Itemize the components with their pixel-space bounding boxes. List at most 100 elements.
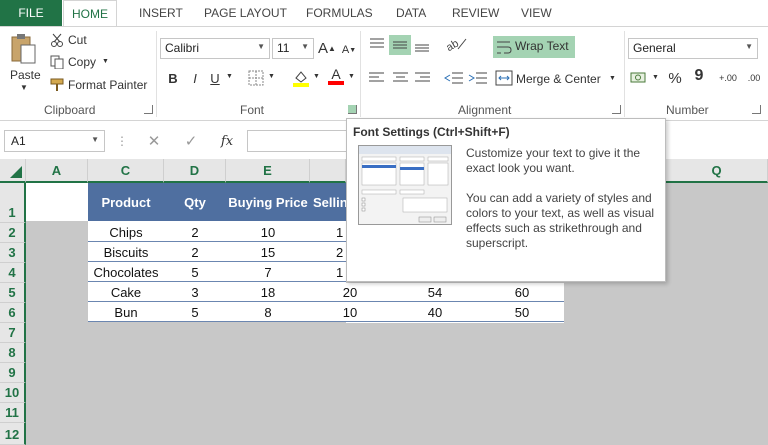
insert-function-button[interactable]: fx <box>216 130 238 152</box>
cell-buying-price[interactable]: 18 <box>226 282 310 302</box>
cell-buying-price[interactable]: 10 <box>226 222 310 242</box>
percent-style-button[interactable]: % <box>664 67 686 89</box>
cell-product[interactable]: Biscuits <box>88 242 164 262</box>
confirm-entry-icon[interactable]: ✓ <box>180 130 202 152</box>
fill-color-dropdown-arrow[interactable]: ▼ <box>313 73 320 80</box>
cell-total-sales[interactable]: 60 <box>480 282 564 302</box>
copy-icon[interactable] <box>50 55 64 72</box>
italic-button[interactable]: I <box>184 67 206 89</box>
cell-buying-price[interactable]: 8 <box>226 302 310 322</box>
row-header-10[interactable]: 10 <box>0 383 26 403</box>
table-header-selling[interactable]: Selling <box>310 183 346 221</box>
tab-file[interactable]: FILE <box>0 0 62 26</box>
cell-total-sales[interactable]: 50 <box>480 302 564 322</box>
paste-icon[interactable] <box>10 33 36 65</box>
row-header-9[interactable]: 9 <box>0 363 26 383</box>
cell-product[interactable]: Bun <box>88 302 164 322</box>
merge-dropdown-arrow[interactable]: ▼ <box>609 75 616 82</box>
merge-center-button[interactable]: Merge & Center <box>516 72 601 86</box>
top-align-icon[interactable] <box>368 37 386 56</box>
format-painter-button[interactable]: Format Painter <box>68 78 147 92</box>
wrap-text-button[interactable]: Wrap Text <box>493 36 575 58</box>
alignment-launcher-icon[interactable] <box>612 105 621 114</box>
borders-icon[interactable] <box>248 70 264 89</box>
decrease-indent-icon[interactable] <box>444 71 464 88</box>
align-right-icon[interactable] <box>414 71 432 88</box>
font-color-dropdown-arrow[interactable]: ▼ <box>348 73 355 80</box>
number-launcher-icon[interactable] <box>752 105 761 114</box>
row-header-6[interactable]: 6 <box>0 303 26 323</box>
cell-qty[interactable]: 3 <box>164 282 226 302</box>
clipboard-launcher-icon[interactable] <box>144 105 153 114</box>
cell-selling-partial[interactable]: 1 <box>336 262 346 282</box>
increase-decimal-button[interactable]: +.00 <box>716 67 740 89</box>
font-name-combo[interactable]: Calibri ▼ <box>160 38 270 59</box>
cell-product[interactable]: Chocolates <box>88 262 164 282</box>
cell-product[interactable]: Chips <box>88 222 164 242</box>
cell-selling-partial[interactable]: 2 <box>336 242 346 262</box>
shrink-font-button[interactable]: A ▼ <box>338 39 360 61</box>
row-header-11[interactable]: 11 <box>0 403 26 423</box>
row-header-2[interactable]: 2 <box>0 223 26 243</box>
column-header-c[interactable]: C <box>88 159 164 183</box>
cell-total-cost[interactable]: 54 <box>390 282 480 302</box>
formula-input[interactable] <box>247 130 347 152</box>
decrease-decimal-button[interactable]: .00 <box>742 67 766 89</box>
format-painter-icon[interactable] <box>50 78 64 95</box>
table-header-buying-price[interactable]: Buying Price <box>226 183 310 221</box>
align-center-icon[interactable] <box>392 71 410 88</box>
bottom-align-icon[interactable] <box>413 37 431 56</box>
select-all-corner[interactable] <box>0 159 26 183</box>
increase-indent-icon[interactable] <box>468 71 488 88</box>
name-box[interactable]: A1 ▼ <box>4 130 105 152</box>
cell-selling-price[interactable]: 10 <box>310 302 390 322</box>
cut-icon[interactable] <box>50 33 64 50</box>
column-header-a[interactable]: A <box>26 159 88 183</box>
row-header-5[interactable]: 5 <box>0 283 26 303</box>
row-header-1[interactable]: 1 <box>0 183 26 223</box>
cell-total-cost[interactable]: 40 <box>390 302 480 322</box>
row-header-3[interactable]: 3 <box>0 243 26 263</box>
font-size-combo[interactable]: 11 ▼ <box>272 38 314 59</box>
underline-dropdown-arrow[interactable]: ▼ <box>226 73 233 80</box>
paste-button[interactable]: Paste <box>10 68 41 82</box>
grow-font-button[interactable]: A ▲ <box>316 37 338 59</box>
cancel-entry-icon[interactable]: ✕ <box>143 130 165 152</box>
tab-view[interactable]: VIEW <box>521 0 552 26</box>
copy-button[interactable]: Copy <box>68 55 96 69</box>
row-header-8[interactable]: 8 <box>0 343 26 363</box>
tab-review[interactable]: REVIEW <box>452 0 499 26</box>
tab-data[interactable]: DATA <box>396 0 426 26</box>
middle-align-icon[interactable] <box>389 35 411 55</box>
row-header-7[interactable]: 7 <box>0 323 26 343</box>
column-header-d[interactable]: D <box>164 159 226 183</box>
number-format-combo[interactable]: General ▼ <box>628 38 758 59</box>
tab-formulas[interactable]: FORMULAS <box>306 0 373 26</box>
row-header-12[interactable]: 12 <box>0 423 26 445</box>
underline-button[interactable]: U <box>204 67 226 89</box>
paste-dropdown-arrow[interactable]: ▼ <box>20 83 28 92</box>
cut-button[interactable]: Cut <box>68 33 87 47</box>
font-color-button[interactable]: A <box>325 65 347 87</box>
column-header-e[interactable]: E <box>226 159 310 183</box>
copy-dropdown-arrow[interactable]: ▼ <box>102 58 109 65</box>
row-header-4[interactable]: 4 <box>0 263 26 283</box>
comma-style-button[interactable]: 9 <box>688 65 710 87</box>
borders-dropdown-arrow[interactable]: ▼ <box>268 73 275 80</box>
font-launcher-icon[interactable] <box>348 105 357 114</box>
merge-center-icon[interactable] <box>495 70 513 89</box>
bold-button[interactable]: B <box>162 67 184 89</box>
cell-qty[interactable]: 5 <box>164 302 226 322</box>
align-left-icon[interactable] <box>368 71 386 88</box>
accounting-format-icon[interactable] <box>630 70 652 89</box>
table-header-qty[interactable]: Qty <box>164 183 226 221</box>
column-header-q[interactable]: Q <box>666 159 768 183</box>
tab-home[interactable]: HOME <box>63 0 117 27</box>
tab-insert[interactable]: INSERT <box>139 0 183 26</box>
cell-buying-price[interactable]: 15 <box>226 242 310 262</box>
column-header-f[interactable] <box>310 159 346 183</box>
cell-qty[interactable]: 2 <box>164 242 226 262</box>
table-header-product[interactable]: Product <box>88 183 164 221</box>
orientation-icon[interactable]: ab <box>444 35 468 56</box>
cell-qty[interactable]: 2 <box>164 222 226 242</box>
